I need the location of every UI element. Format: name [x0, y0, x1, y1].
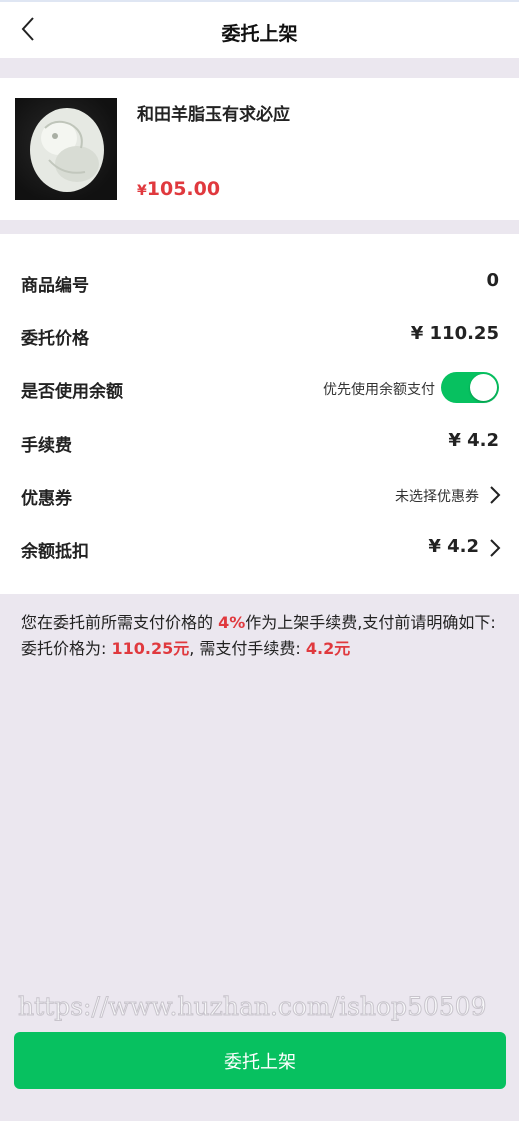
row-label: 手续费	[21, 436, 72, 456]
balance-hint: 优先使用余额支付	[323, 382, 435, 398]
product-name: 和田羊脂玉有求必应	[137, 105, 290, 125]
row-value: ¥ 4.2	[428, 536, 479, 557]
row-label: 是否使用余额	[21, 382, 123, 402]
row-value: ¥ 110.25	[410, 323, 499, 344]
notice-text: 委托价格为:	[21, 639, 112, 658]
chevron-right-icon	[490, 539, 501, 557]
toggle-knob	[470, 374, 497, 401]
row-label: 商品编号	[21, 276, 89, 296]
notice-fee: 4.2元	[305, 639, 351, 658]
chevron-right-icon	[490, 486, 501, 504]
watermark: https://www.huzhan.com/ishop50509	[18, 992, 488, 1022]
order-details: 商品编号 0 委托价格 ¥ 110.25 是否使用余额 优先使用余额支付 手续费…	[0, 234, 519, 594]
row-value: ¥ 4.2	[448, 430, 499, 451]
row-value: 0	[486, 270, 499, 291]
row-product-id: 商品编号 0	[0, 262, 519, 302]
notice-price: 110.25元	[111, 639, 190, 658]
notice-text: 作为上架手续费,支付前请明确如下:	[245, 613, 496, 632]
price-value: 105.00	[146, 178, 221, 200]
price-currency: ¥	[137, 183, 147, 199]
product-card[interactable]: 和田羊脂玉有求必应 ¥105.00	[0, 78, 519, 220]
notice-text: 您在委托前所需支付价格的	[21, 613, 219, 632]
row-label: 优惠券	[21, 489, 72, 509]
row-use-balance: 是否使用余额 优先使用余额支付	[0, 368, 519, 408]
use-balance-toggle[interactable]	[441, 372, 499, 403]
row-fee: 手续费 ¥ 4.2	[0, 422, 519, 462]
fee-rate: 4%	[218, 613, 246, 632]
row-label: 余额抵扣	[21, 542, 89, 562]
page-title: 委托上架	[221, 23, 298, 45]
row-coupon[interactable]: 优惠券 未选择优惠券	[0, 475, 519, 515]
row-label: 委托价格	[21, 329, 89, 349]
top-bar: 委托上架	[0, 0, 519, 58]
row-consign-price: 委托价格 ¥ 110.25	[0, 315, 519, 355]
submit-consign-button[interactable]: 委托上架	[14, 1032, 506, 1089]
product-image	[15, 98, 117, 200]
fee-notice: 您在委托前所需支付价格的 4%作为上架手续费,支付前请明确如下: 委托价格为: 1…	[21, 610, 501, 662]
notice-text: , 需支付手续费:	[189, 639, 306, 658]
coupon-status: 未选择优惠券	[395, 489, 479, 505]
product-price: ¥105.00	[137, 178, 220, 200]
row-balance-deduction[interactable]: 余额抵扣 ¥ 4.2	[0, 528, 519, 568]
